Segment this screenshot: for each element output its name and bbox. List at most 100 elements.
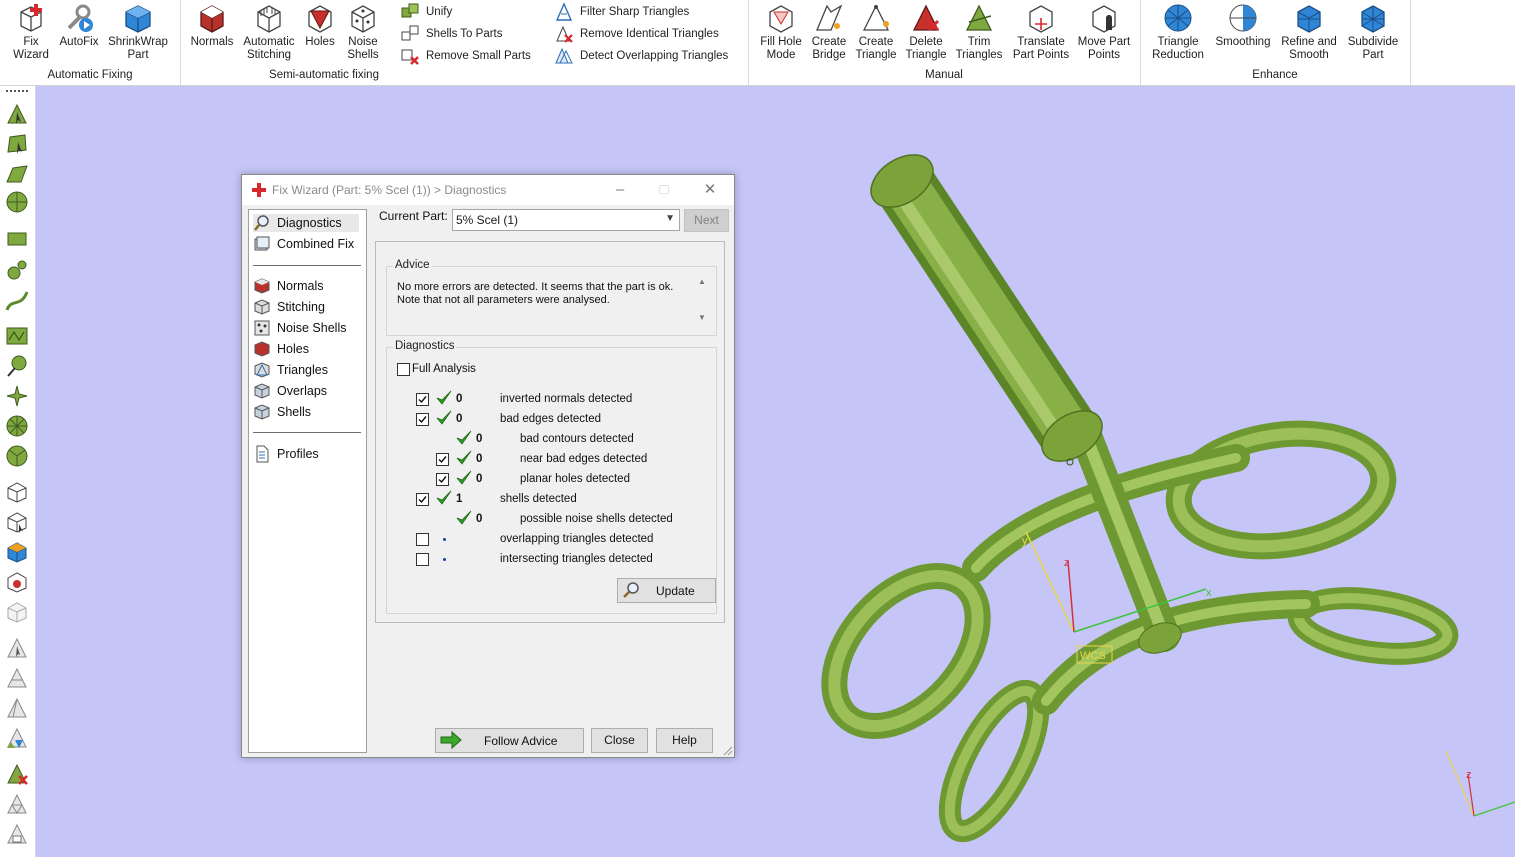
current-part-select[interactable]: 5% Scel (1) ▼ [452,209,680,231]
subdivide-part-button[interactable]: Subdivide Part [1342,2,1404,62]
camera-part-tool-icon[interactable] [5,570,29,594]
create-bridge-button[interactable]: Create Bridge [806,2,852,62]
maximize-button[interactable]: □ [642,175,686,205]
rectangle-select-tool-icon[interactable] [5,228,29,252]
close-window-button[interactable]: ✕ [688,175,732,205]
nav-item-holes[interactable]: Holes [253,340,309,358]
translate-part-points-button[interactable]: Translate Part Points [1008,2,1074,62]
select-triangle-tool-icon[interactable] [5,102,29,126]
refine-and-smooth-button[interactable]: Refine and Smooth [1278,2,1340,62]
filter-sharp-triangles-icon [554,2,574,22]
row-checkbox[interactable] [416,393,429,406]
noise-shells-label: Noise Shells [347,36,379,61]
select-part-tool-icon[interactable] [5,480,29,504]
triangle-mesh-tool-icon[interactable] [5,792,29,816]
full-analysis-checkbox[interactable] [397,363,410,376]
follow-advice-button[interactable]: Follow Advice [435,728,584,753]
diagnostic-label: bad contours detected [520,433,634,445]
diagnostic-label: planar holes detected [520,473,630,485]
nav-item-stitching[interactable]: Stitching [253,298,325,316]
shrinkwrap-part-button[interactable]: ShrinkWrap Part [104,2,172,62]
nav-item-combined-fix[interactable]: Combined Fix [253,235,354,253]
triangle-edge-tool-icon[interactable] [5,696,29,720]
remove-small-parts-button[interactable]: Remove Small Parts [400,46,531,66]
select-surface-tool-icon[interactable] [5,132,29,156]
trim-triangles-button[interactable]: Trim Triangles [954,2,1004,62]
delete-triangle-tool-icon[interactable] [5,762,29,786]
move-part-points-button[interactable]: Move Part Points [1074,2,1134,62]
nav-item-noise-shells[interactable]: Noise Shells [253,319,346,337]
row-checkbox[interactable] [416,553,429,566]
curve-select-tool-icon[interactable] [5,288,29,312]
normals-button[interactable]: Normals [188,2,236,49]
update-label: Update [656,584,695,598]
noise-shells-button[interactable]: Noise Shells [342,2,384,62]
triangle-colored-tool-icon[interactable] [5,726,29,750]
autofix-button[interactable]: AutoFix [56,2,102,49]
automatic-stitching-button[interactable]: Automatic Stitching [238,2,300,62]
row-checkbox[interactable] [436,453,449,466]
help-button[interactable]: Help [656,728,713,753]
create-triangle-button[interactable]: Create Triangle [852,2,900,62]
advice-scrollbar[interactable]: ▲ ▼ [696,277,710,325]
nav-item-overlaps[interactable]: Overlaps [253,382,327,400]
nav-item-diagnostics[interactable]: Diagnostics [253,214,359,232]
row-checkbox[interactable] [416,533,429,546]
fix-wizard-button[interactable]: Fix Wizard [8,2,54,62]
gizmo-axis-z: z [1466,769,1472,781]
delete-triangle-label: Delete Triangle [905,36,947,61]
scroll-up-icon[interactable]: ▲ [698,277,706,286]
sphere-select-tool-icon[interactable] [5,190,29,214]
minimize-button[interactable]: – [598,175,642,205]
nav-item-triangles[interactable]: Triangles [253,361,328,379]
brush-select-tool-icon[interactable] [5,354,29,378]
row-checkbox[interactable] [416,493,429,506]
holes-button[interactable]: Holes [300,2,340,49]
nav-item-normals[interactable]: Normals [253,277,324,295]
diagnostic-label: bad edges detected [500,413,602,425]
shells-to-parts-button[interactable]: Shells To Parts [400,24,503,44]
wave-select-tool-icon[interactable] [5,324,29,348]
nav-item-shells[interactable]: Shells [253,403,311,421]
select-all-parts-tool-icon[interactable] [5,510,29,534]
green-arrow-icon [440,730,462,750]
row-checkbox[interactable] [436,473,449,486]
triangle-split-tool-icon[interactable] [5,666,29,690]
lasso-select-tool-icon[interactable] [5,258,29,282]
resize-grip-icon[interactable] [723,746,733,756]
delete-triangle-icon [910,2,942,34]
select-shell-tool-icon[interactable] [5,162,29,186]
toolbar-grip[interactable] [6,90,28,92]
ribbon-group-title: Enhance [1252,69,1298,81]
holes-cube-icon [253,340,271,358]
radial-select-tool-icon[interactable] [5,414,29,438]
fill-hole-mode-button[interactable]: Fill Hole Mode [756,2,806,62]
filter-sharp-triangles-button[interactable]: Filter Sharp Triangles [554,2,689,22]
3d-part-model[interactable] [806,144,1459,843]
dialog-titlebar[interactable]: Fix Wizard (Part: 5% Scel (1)) > Diagnos… [242,175,734,205]
triangle-print-tool-icon[interactable] [5,822,29,846]
left-toolbar [0,86,36,857]
scroll-down-icon[interactable]: ▼ [698,313,706,322]
stitching-icon [253,2,285,34]
nav-item-profiles[interactable]: Profiles [253,445,319,463]
ghost-part-tool-icon[interactable] [5,600,29,624]
update-button[interactable]: Update [617,578,716,603]
smoothing-button[interactable]: Smoothing [1212,2,1274,49]
ribbon-group-semi-automatic-fixing: Normals Automatic Stitching Holes Noise … [180,0,749,85]
next-button[interactable]: Next [684,209,729,232]
delete-triangle-button[interactable]: Delete Triangle [902,2,950,62]
triangle-tool-icon[interactable] [5,636,29,660]
status-dot-icon [443,558,446,561]
color-part-tool-icon[interactable] [5,540,29,564]
close-button[interactable]: Close [591,728,648,753]
detect-overlapping-triangles-icon [554,46,574,66]
nav-label: Diagnostics [277,216,342,230]
fan-select-tool-icon[interactable] [5,444,29,468]
triangle-reduction-button[interactable]: Triangle Reduction [1146,2,1210,62]
detect-overlapping-triangles-button[interactable]: Detect Overlapping Triangles [554,46,728,66]
plane-select-tool-icon[interactable] [5,384,29,408]
unify-button[interactable]: Unify [400,2,452,22]
row-checkbox[interactable] [416,413,429,426]
remove-identical-triangles-button[interactable]: Remove Identical Triangles [554,24,719,44]
